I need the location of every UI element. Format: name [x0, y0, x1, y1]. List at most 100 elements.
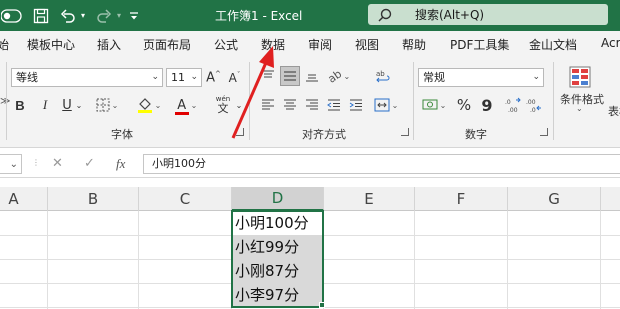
decrease-indent-button[interactable] — [324, 95, 344, 115]
align-right-button[interactable] — [302, 95, 322, 115]
paint-bucket-icon — [137, 98, 152, 113]
align-bottom-button[interactable] — [302, 66, 322, 86]
alignment-group-label: 对齐方式 — [302, 128, 346, 141]
svg-text:.0: .0 — [505, 99, 511, 106]
tab-help[interactable]: 帮助 — [402, 36, 426, 53]
insert-function-button[interactable]: fx — [116, 156, 125, 172]
save-button[interactable] — [30, 0, 52, 31]
autosave-toggle[interactable] — [0, 0, 24, 31]
alignment-dialog-launcher[interactable] — [401, 128, 409, 136]
borders-icon — [96, 98, 110, 112]
svg-text:.0: .0 — [530, 107, 536, 113]
font-color-button[interactable]: A ⌄ — [172, 95, 200, 115]
tab-view[interactable]: 视图 — [355, 36, 379, 53]
ribbon: ≫ 等线 ⌄ 11 ⌄ A^ Aˇ B I U ⌄ ⌄ ⌄ A ⌄ wén 文 … — [0, 58, 620, 148]
tab-kingsoft-docs[interactable]: 金山文档 — [529, 36, 577, 53]
chevron-down-icon: ⌄ — [343, 71, 351, 81]
decrease-decimal-icon: .00.0 — [526, 99, 541, 113]
svg-text:ab: ab — [376, 70, 385, 78]
borders-button[interactable]: ⌄ — [93, 95, 121, 115]
font-color-swatch — [174, 111, 189, 115]
column-header-c[interactable]: C — [139, 187, 232, 211]
chevron-down-icon: ⌄ — [576, 104, 583, 113]
chevron-down-icon: ⌄ — [190, 72, 198, 82]
chevron-down-icon: ⌄ — [190, 100, 198, 110]
chevron-down-icon: ▾ — [80, 11, 85, 20]
column-headers: A B C D E F G — [0, 187, 620, 211]
chevron-down-icon: ⌄ — [75, 100, 83, 110]
column-header-a[interactable]: A — [0, 187, 48, 211]
font-name-select[interactable]: 等线 ⌄ — [11, 68, 163, 87]
search-icon — [378, 8, 392, 22]
orientation-button[interactable]: ab ⌄ — [325, 66, 352, 86]
undo-icon — [60, 8, 75, 23]
comma-style-button[interactable]: 9 — [478, 95, 496, 115]
search-input[interactable]: 搜索(Alt+Q) — [368, 4, 608, 25]
formula-input[interactable]: 小明100分 — [143, 154, 620, 174]
increase-decimal-button[interactable]: .0.00 — [504, 95, 522, 115]
tab-pdf-tools[interactable]: PDF工具集 — [450, 36, 509, 53]
bold-button[interactable]: B — [12, 95, 28, 115]
merge-center-button[interactable]: ⌄ — [372, 95, 400, 115]
save-icon — [33, 8, 49, 23]
decrease-indent-icon — [327, 99, 340, 111]
tab-review[interactable]: 审阅 — [308, 36, 332, 53]
increase-font-icon: A^ — [206, 70, 221, 86]
chevron-down-icon: ⌄ — [111, 100, 119, 110]
fill-handle[interactable] — [319, 302, 325, 308]
tab-template-center[interactable]: 模板中心 — [27, 36, 75, 53]
tab-acrobat[interactable]: Acr — [601, 36, 620, 50]
name-box[interactable]: ⌄ — [0, 154, 22, 174]
font-size-select[interactable]: 11 ⌄ — [166, 68, 202, 87]
annotation-arrow-icon — [231, 46, 274, 139]
accounting-format-button[interactable]: ⌄ — [420, 95, 448, 115]
window-title: 工作簿1 - Excel — [215, 9, 303, 23]
column-header-b[interactable]: B — [48, 187, 139, 211]
format-as-table-label-partial: 表格 — [608, 105, 620, 118]
column-header-e[interactable]: E — [324, 187, 415, 211]
enter-button[interactable]: ✓ — [84, 156, 95, 171]
underline-dropdown[interactable]: ⌄ — [74, 95, 84, 115]
column-header-d[interactable]: D — [232, 187, 324, 211]
italic-button[interactable]: I — [38, 95, 52, 115]
increase-indent-button[interactable] — [346, 95, 366, 115]
redo-dropdown[interactable]: ▾ — [114, 0, 124, 31]
orientation-icon: ab — [325, 66, 345, 86]
decrease-decimal-button[interactable]: .00.0 — [525, 95, 543, 115]
chevron-down-icon: ⌄ — [391, 100, 399, 110]
align-middle-icon — [284, 71, 296, 81]
toggle-icon — [1, 8, 22, 23]
chevron-down-icon: ⌄ — [154, 100, 162, 110]
column-header-f[interactable]: F — [415, 187, 508, 211]
svg-text:.00: .00 — [508, 107, 518, 113]
number-dialog-launcher[interactable] — [540, 128, 548, 136]
tab-home-partial[interactable]: 始 — [0, 36, 9, 53]
underline-button[interactable]: U — [60, 95, 74, 115]
increase-font-button[interactable]: A^ — [205, 68, 222, 88]
number-format-select[interactable]: 常规 ⌄ — [418, 68, 544, 87]
align-bottom-icon — [306, 74, 318, 82]
tab-insert[interactable]: 插入 — [97, 36, 121, 53]
font-color-letter: A — [177, 97, 187, 113]
redo-button[interactable] — [93, 0, 115, 31]
font-name-value: 等线 — [16, 71, 38, 84]
wrap-text-button[interactable]: ab — [373, 66, 393, 86]
increase-indent-icon — [349, 99, 362, 111]
tab-page-layout[interactable]: 页面布局 — [143, 36, 191, 53]
chevron-down-icon: ⌄ — [439, 100, 447, 110]
conditional-format-icon — [569, 66, 591, 88]
merge-cells-icon — [374, 98, 390, 112]
undo-button[interactable] — [57, 0, 79, 31]
currency-icon — [422, 99, 438, 110]
increase-decimal-icon: .0.00 — [505, 97, 521, 113]
column-header-g[interactable]: G — [508, 187, 601, 211]
percent-button[interactable]: % — [455, 95, 473, 115]
conditional-format-button[interactable] — [566, 64, 594, 90]
formula-bar: ⌄ ⋮ ✕ ✓ fx 小明100分 — [0, 151, 620, 178]
redo-icon — [97, 8, 112, 23]
align-right-icon — [306, 99, 318, 110]
customize-quick-access[interactable] — [126, 0, 142, 31]
undo-dropdown[interactable]: ▾ — [78, 0, 88, 31]
fill-color-button[interactable]: ⌄ — [135, 95, 163, 115]
cancel-button[interactable]: ✕ — [52, 156, 63, 171]
